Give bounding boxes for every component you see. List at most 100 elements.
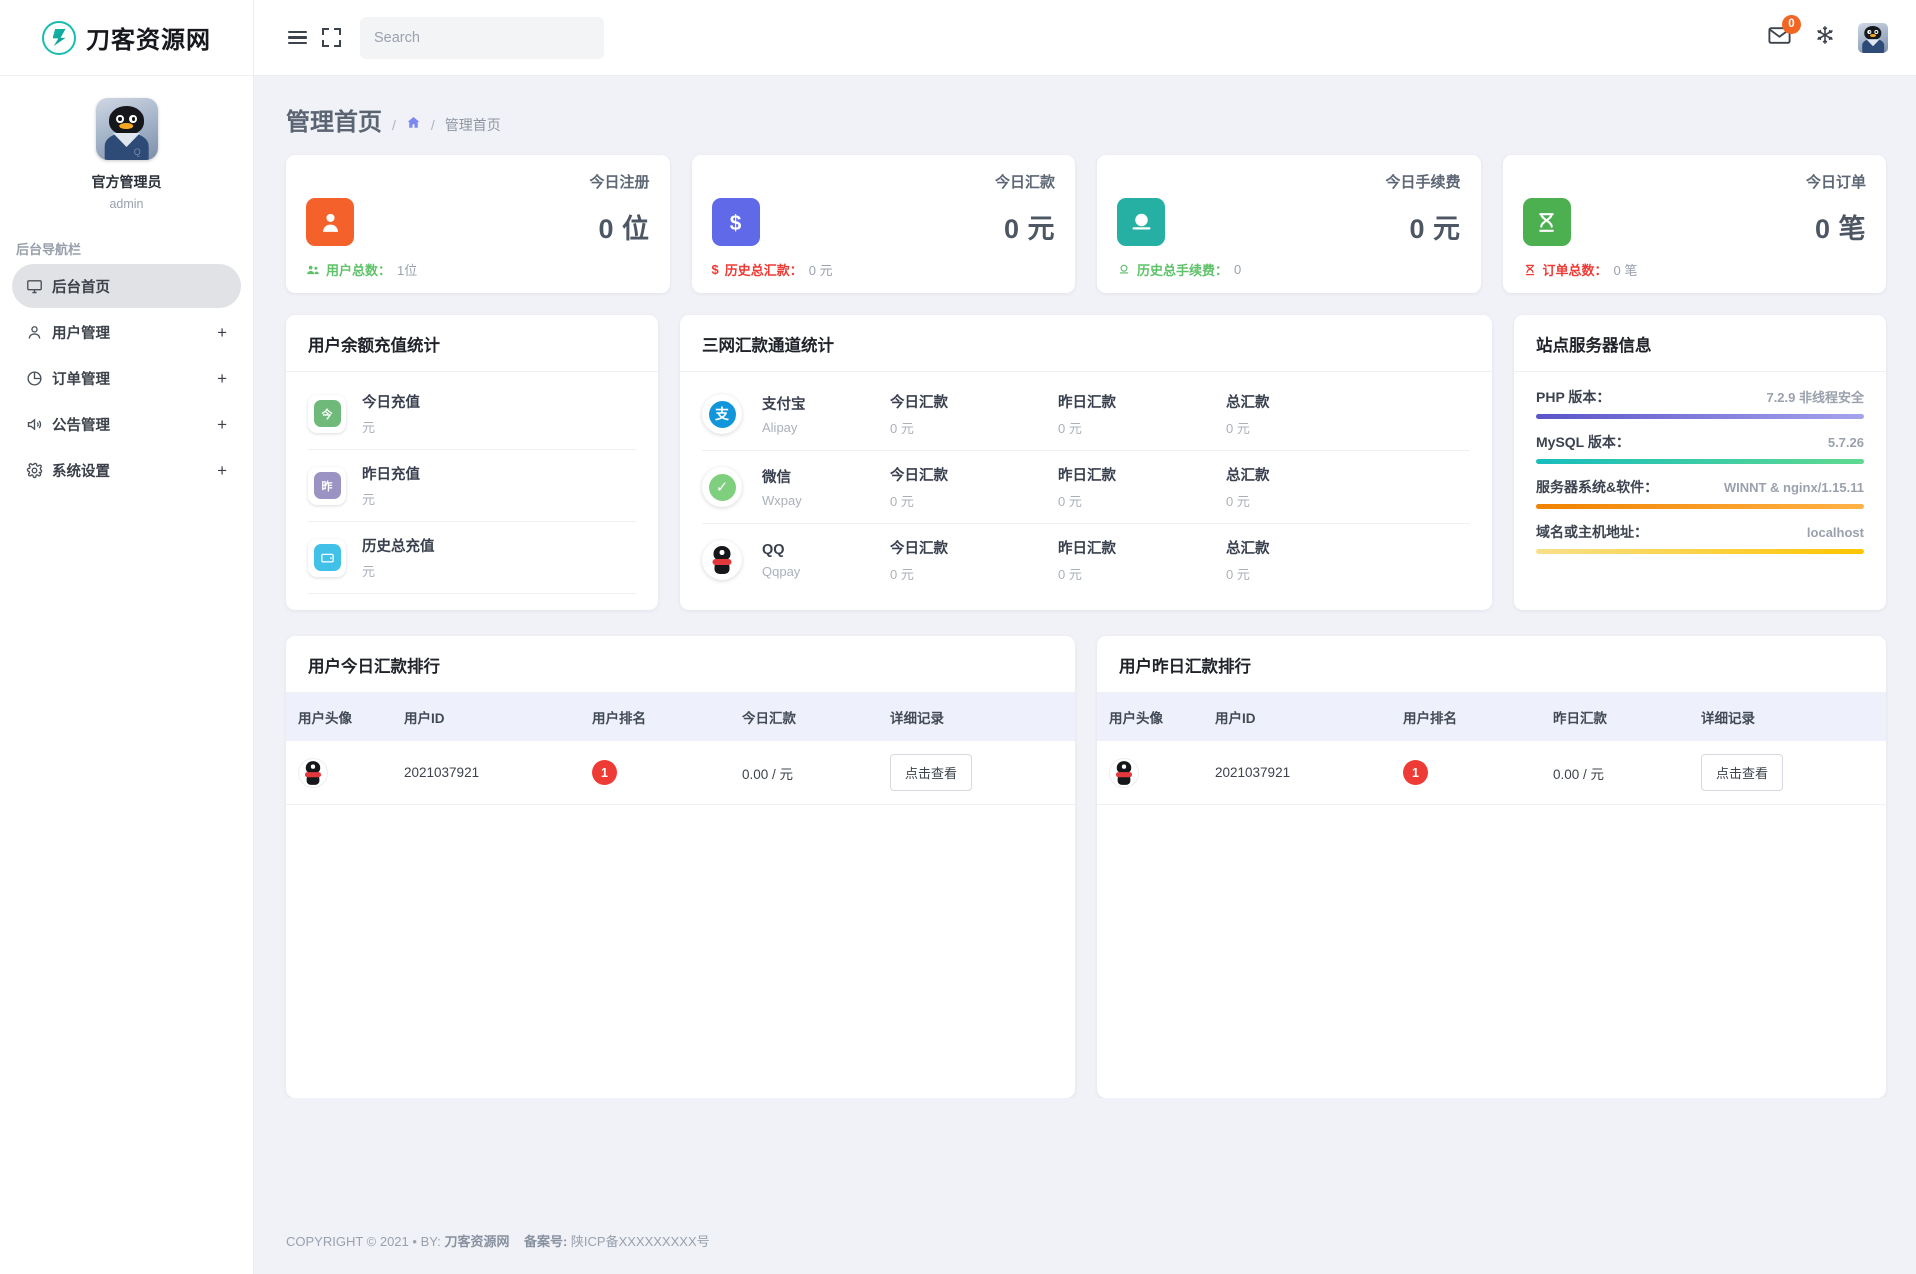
main-area: 0 管理首页 / / 管理首页 (254, 0, 1916, 1274)
messages-button[interactable]: 0 (1767, 23, 1792, 53)
column-header: 详细记录 (890, 707, 1040, 727)
recharge-panel: 用户余额充值统计 今 今日充值 元 昨 昨日充值 元 (286, 315, 658, 610)
expand-icon[interactable]: + (217, 370, 227, 387)
server-info-key: PHP 版本： (1536, 387, 1610, 407)
table-header: 用户头像 用户ID 用户排名 今日汇款 详细记录 (286, 693, 1075, 741)
channel-today-label: 今日汇款 (890, 391, 1058, 412)
channel-sub: Qqpay (762, 564, 890, 579)
panel-title: 三网汇款通道统计 (702, 332, 1470, 356)
alipay-icon: 支 (702, 394, 742, 434)
coin-small-icon (1117, 263, 1131, 277)
brand-name: 刀客资源网 (86, 20, 211, 55)
channel-today-value: 0 元 (890, 418, 1058, 437)
column-header: 详细记录 (1701, 707, 1851, 727)
stat-foot-key: 用户总数： (326, 260, 391, 279)
recharge-unit: 元 (362, 489, 420, 508)
expand-icon[interactable]: + (217, 324, 227, 341)
sidebar-item-settings[interactable]: 系统设置 + (12, 448, 241, 492)
qq-head-icon (109, 106, 145, 135)
sidebar: 刀客资源网 Q 官方管理员 admin 后台导航栏 后台首页 用户管理 + (0, 0, 254, 1274)
qq-body-icon (1862, 39, 1884, 52)
person-solid-icon (306, 198, 354, 246)
channel-yesterday-value: 0 元 (1058, 491, 1226, 510)
qq-avatar-icon (298, 758, 328, 788)
column-header: 今日汇款 (742, 707, 890, 727)
hamburger-icon (288, 31, 307, 44)
panel-title: 用户余额充值统计 (308, 332, 636, 356)
sidebar-item-announcements[interactable]: 公告管理 + (12, 402, 241, 446)
qq-icon (702, 540, 742, 580)
menu-toggle-button[interactable] (280, 21, 314, 55)
stat-value: 0 元 (1409, 207, 1460, 246)
expand-icon[interactable]: + (217, 462, 227, 479)
footer-icp-value: 陕ICP备XXXXXXXXX号 (571, 1234, 710, 1249)
column-header: 用户头像 (1097, 707, 1215, 727)
sidebar-item-users[interactable]: 用户管理 + (12, 310, 241, 354)
column-header: 用户排名 (592, 707, 742, 727)
page-header: 管理首页 / / 管理首页 (254, 76, 1916, 137)
footer-dot: • (412, 1234, 417, 1249)
rank-today-panel: 用户今日汇款排行 用户头像 用户ID 用户排名 今日汇款 详细记录 202103… (286, 636, 1075, 1098)
search-box[interactable] (360, 17, 604, 59)
stat-label: 今日订单 (1523, 171, 1867, 192)
sidebar-item-label: 用户管理 (52, 322, 217, 343)
expand-icon[interactable]: + (217, 416, 227, 433)
brand-logo[interactable]: 刀客资源网 (0, 0, 253, 76)
view-detail-button[interactable]: 点击查看 (1701, 754, 1783, 791)
sidebar-nav: 后台首页 用户管理 + 订单管理 + 公告管理 + 系统设置 + (0, 264, 253, 492)
recharge-label: 昨日充值 (362, 463, 420, 484)
channel-total-value: 0 元 (1226, 564, 1394, 583)
users-icon (306, 263, 320, 277)
breadcrumb-current[interactable]: 管理首页 (445, 115, 501, 135)
wechat-icon: ✓ (702, 467, 742, 507)
stat-card-orders: 今日订单 0 笔 订单总数： 0 笔 (1503, 155, 1887, 293)
server-info-value: localhost (1807, 525, 1864, 540)
page-title: 管理首页 (286, 102, 382, 137)
channel-yesterday-label: 昨日汇款 (1058, 537, 1226, 558)
view-detail-button[interactable]: 点击查看 (890, 754, 972, 791)
channel-sub: Wxpay (762, 493, 890, 508)
row-amount: 0.00 / 元 (1553, 763, 1701, 783)
avatar[interactable]: Q (96, 98, 158, 160)
profile-username: admin (0, 197, 253, 211)
channel-today-label: 今日汇款 (890, 537, 1058, 558)
search-input[interactable] (374, 30, 573, 46)
table-header: 用户头像 用户ID 用户排名 昨日汇款 详细记录 (1097, 693, 1886, 741)
sidebar-item-orders[interactable]: 订单管理 + (12, 356, 241, 400)
sidebar-item-dashboard[interactable]: 后台首页 (12, 264, 241, 308)
server-info-row: 服务器系统&软件： WINNT & nginx/1.15.11 (1536, 464, 1864, 509)
server-info-key: MySQL 版本： (1536, 432, 1630, 452)
channel-today-value: 0 元 (890, 564, 1058, 583)
rank-badge: 1 (592, 760, 617, 785)
footer-by-name[interactable]: 刀客资源网 (444, 1234, 509, 1249)
dollar-sign-icon: $ (712, 262, 719, 277)
calendar-today-icon: 今 (308, 395, 346, 433)
channel-yesterday-value: 0 元 (1058, 564, 1226, 583)
column-header: 用户头像 (286, 707, 404, 727)
middle-row: 用户余额充值统计 今 今日充值 元 昨 昨日充值 元 (286, 315, 1886, 610)
footer-icp-label: 备案号: (524, 1234, 567, 1249)
footer-copyright: COPYRIGHT © 2021 (286, 1234, 409, 1249)
channel-name: 微信 (762, 466, 890, 487)
sidebar-item-label: 订单管理 (52, 368, 217, 389)
channel-row: ✓ 微信 Wxpay 今日汇款 0 元 昨日汇款 0 元 (702, 451, 1470, 524)
server-info-key: 服务器系统&软件： (1536, 477, 1658, 497)
rank-badge: 1 (1403, 760, 1428, 785)
server-info-row: MySQL 版本： 5.7.26 (1536, 419, 1864, 464)
search-icon[interactable] (573, 27, 590, 49)
row-rank-cell: 1 (592, 760, 742, 785)
profile-name: 官方管理员 (0, 172, 253, 192)
user-avatar-button[interactable] (1858, 23, 1888, 53)
apps-button[interactable] (1814, 24, 1836, 51)
speaker-icon (26, 416, 52, 433)
channel-yesterday-value: 0 元 (1058, 418, 1226, 437)
stat-value: 0 位 (598, 207, 649, 246)
home-icon[interactable] (406, 115, 421, 134)
channel-total-value: 0 元 (1226, 418, 1394, 437)
channel-total-label: 总汇款 (1226, 391, 1394, 412)
stat-value: 0 元 (1004, 207, 1055, 246)
server-info-panel: 站点服务器信息 PHP 版本： 7.2.9 非线程安全 MySQL 版本： 5.… (1514, 315, 1886, 610)
server-info-row: PHP 版本： 7.2.9 非线程安全 (1536, 374, 1864, 419)
fullscreen-button[interactable] (314, 21, 348, 55)
server-info-value: 5.7.26 (1828, 435, 1864, 450)
